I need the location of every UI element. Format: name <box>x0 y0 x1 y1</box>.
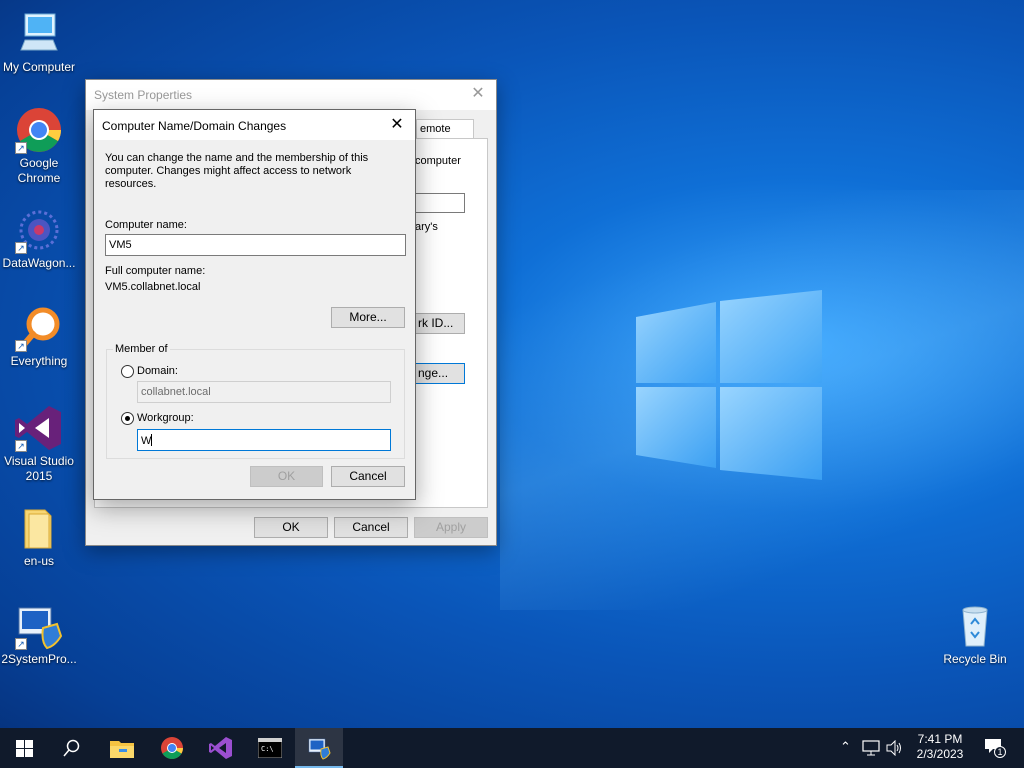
shortcut-arrow-icon: ↗ <box>15 142 27 154</box>
system-properties-icon: ↗ <box>15 602 63 650</box>
computer-name-dialog: Computer Name/Domain Changes ✕ You can c… <box>93 109 416 500</box>
description-field-fragment[interactable] <box>415 193 465 213</box>
text-cursor <box>151 434 153 446</box>
clock-date: 2/3/2023 <box>916 747 964 761</box>
desktop-icon-label: 2SystemPro... <box>1 652 77 666</box>
recycle-bin-icon <box>951 602 999 650</box>
taskbar-chrome[interactable] <box>148 728 196 768</box>
dialog-cancel-button[interactable]: Cancel <box>331 466 405 487</box>
shortcut-arrow-icon: ↗ <box>15 440 27 452</box>
apply-button[interactable]: Apply <box>414 517 488 538</box>
computer-name-input[interactable]: VM5 <box>105 234 406 256</box>
chevron-up-icon[interactable]: ⌃ <box>840 739 851 755</box>
search-icon <box>63 739 80 757</box>
system-properties-icon <box>308 738 331 760</box>
text-fragment: ary's <box>415 221 438 233</box>
windows-logo-wallpaper <box>636 290 822 480</box>
taskbar-visual-studio[interactable] <box>197 728 245 768</box>
chrome-icon: ↗ <box>15 106 63 154</box>
desktop-icon-label: en-us <box>23 554 55 568</box>
desktop-icon-label: Recycle Bin <box>943 652 1007 666</box>
workgroup-label: Workgroup: <box>137 412 194 424</box>
visual-studio-icon <box>209 737 232 759</box>
domain-radio[interactable] <box>121 365 134 378</box>
workgroup-radio[interactable] <box>121 412 134 425</box>
taskbar-file-explorer[interactable] <box>98 728 146 768</box>
taskbar: C:\ ⌃ 7:41 PM 2/3/2023 1 <box>0 728 1024 768</box>
network-icon[interactable] <box>862 740 880 756</box>
workgroup-input[interactable]: W <box>137 429 391 451</box>
desktop-icon-everything[interactable]: ↗ Everything <box>0 304 78 369</box>
close-icon[interactable]: ✕ <box>468 84 488 104</box>
member-of-group: Member of Domain: collabnet.local Workgr… <box>106 343 405 459</box>
cancel-button[interactable]: Cancel <box>334 517 408 538</box>
notifications-button[interactable]: 1 <box>984 738 1006 758</box>
desktop-icon-datawagon[interactable]: ↗ DataWagon... <box>0 206 78 271</box>
command-prompt-icon: C:\ <box>258 738 282 758</box>
desktop-icon-label: My Computer <box>2 60 76 74</box>
desktop-icon-label: Everything <box>10 354 68 368</box>
dialog-titlebar: Computer Name/Domain Changes ✕ <box>94 110 415 140</box>
member-of-label: Member of <box>113 343 170 355</box>
svg-text:C:\: C:\ <box>261 745 274 753</box>
desktop-icon-recycle-bin[interactable]: Recycle Bin <box>936 602 1014 667</box>
full-computer-name-value: VM5.collabnet.local <box>105 281 201 293</box>
everything-search-icon: ↗ <box>15 304 63 352</box>
volume-icon[interactable] <box>886 740 902 756</box>
start-button[interactable] <box>0 728 48 768</box>
clock[interactable]: 7:41 PM 2/3/2023 <box>910 732 970 762</box>
notification-badge: 1 <box>994 746 1006 758</box>
computer-icon <box>15 10 63 58</box>
search-button[interactable] <box>48 728 96 768</box>
window-title: System Properties <box>94 88 193 102</box>
chrome-icon <box>161 737 183 759</box>
network-id-button[interactable]: rk ID... <box>415 313 465 334</box>
close-icon[interactable]: ✕ <box>387 115 407 135</box>
datawagon-icon: ↗ <box>15 206 63 254</box>
clock-time: 7:41 PM <box>917 732 963 746</box>
desktop-icon-label: DataWagon... <box>2 256 76 270</box>
desktop-icon-2systemprop[interactable]: ↗ 2SystemPro... <box>0 602 78 667</box>
file-explorer-icon <box>110 741 134 758</box>
desktop-icon-my-computer[interactable]: My Computer <box>0 10 78 75</box>
dialog-title: Computer Name/Domain Changes <box>102 119 287 133</box>
full-computer-name-label: Full computer name: <box>105 265 206 277</box>
more-button[interactable]: More... <box>331 307 405 328</box>
change-button[interactable]: nge... <box>415 363 465 384</box>
tab-remote[interactable]: emote <box>416 119 474 139</box>
dialog-description: You can change the name and the membersh… <box>105 152 369 190</box>
visual-studio-icon: ↗ <box>15 404 63 452</box>
start-icon <box>16 740 33 757</box>
desktop-icon-label: Google Chrome <box>17 156 61 185</box>
computer-name-label: Computer name: <box>105 219 187 231</box>
folder-icon <box>15 504 63 552</box>
shortcut-arrow-icon: ↗ <box>15 638 27 650</box>
ok-button[interactable]: OK <box>254 517 328 538</box>
system-properties-titlebar: System Properties ✕ <box>86 80 496 110</box>
shortcut-arrow-icon: ↗ <box>15 242 27 254</box>
taskbar-command-prompt[interactable]: C:\ <box>246 728 294 768</box>
desktop-icon-label: Visual Studio 2015 <box>4 454 74 483</box>
text-fragment: computer <box>415 155 461 167</box>
taskbar-system-properties[interactable] <box>295 728 343 768</box>
desktop-icon-google-chrome[interactable]: ↗ Google Chrome <box>0 106 78 186</box>
workgroup-value: W <box>141 435 152 447</box>
domain-input[interactable]: collabnet.local <box>137 381 391 403</box>
dialog-ok-button[interactable]: OK <box>250 466 323 487</box>
desktop-icon-visual-studio[interactable]: ↗ Visual Studio 2015 <box>0 404 78 484</box>
desktop-icon-en-us[interactable]: en-us <box>0 504 78 569</box>
shortcut-arrow-icon: ↗ <box>15 340 27 352</box>
domain-label: Domain: <box>137 365 178 377</box>
